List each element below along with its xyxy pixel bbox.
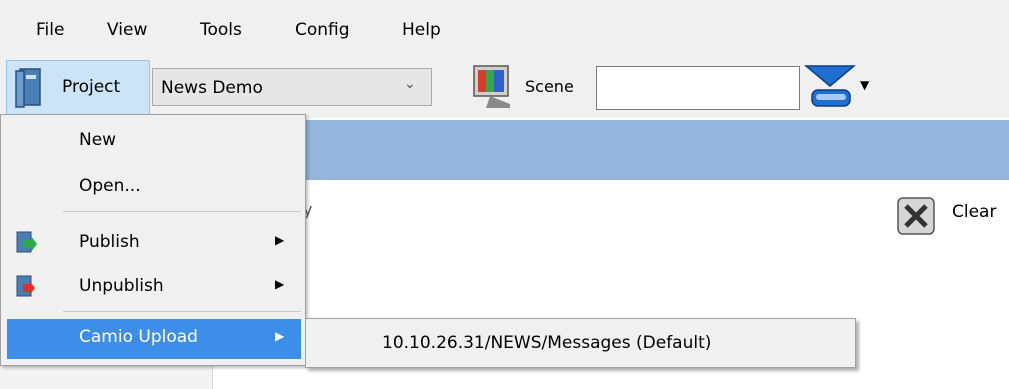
menu-separator (63, 211, 301, 212)
clear-icon[interactable] (896, 196, 940, 238)
menu-view[interactable]: View (107, 20, 147, 40)
project-menu: New Open... Publish ▶ Unpublish ▶ Camio … (0, 114, 306, 366)
menu-item-open[interactable]: Open... (1, 167, 305, 205)
hourglass-icon[interactable] (804, 62, 856, 110)
menu-config[interactable]: Config (295, 20, 350, 40)
menu-file[interactable]: File (36, 20, 64, 40)
unpublish-icon (16, 275, 35, 297)
publish-icon (16, 231, 37, 253)
menu-item-label: Publish (79, 232, 140, 252)
submenu-arrow-icon: ▶ (275, 329, 285, 343)
submenu-arrow-icon: ▶ (275, 233, 285, 247)
menu-item-label: Unpublish (79, 276, 164, 296)
menu-item-publish[interactable]: Publish ▶ (1, 223, 305, 261)
project-select-value: News Demo (161, 78, 263, 98)
menu-item-unpublish[interactable]: Unpublish ▶ (1, 267, 305, 305)
project-book-icon (15, 68, 41, 108)
menu-item-label: New (79, 130, 117, 150)
project-label: Project (62, 77, 121, 97)
clear-button-label[interactable]: Clear (952, 202, 996, 222)
menu-item-new[interactable]: New (1, 121, 305, 159)
menu-item-label: Camio Upload (79, 327, 198, 347)
menu-tools[interactable]: Tools (200, 20, 242, 40)
menu-item-camio-upload[interactable]: Camio Upload ▶ (7, 319, 301, 359)
menu-item-label: Open... (79, 176, 141, 196)
submenu-arrow-icon: ▶ (275, 277, 285, 291)
dropdown-arrow-icon[interactable]: ▼ (860, 78, 869, 92)
menu-separator (63, 311, 301, 312)
scene-input[interactable] (596, 66, 800, 110)
menubar: File View Tools Config Help (0, 0, 1009, 58)
camio-upload-submenu: 10.10.26.31/NEWS/Messages (Default) (305, 318, 856, 368)
menu-help[interactable]: Help (402, 20, 441, 40)
chevron-down-icon: ⌄ (404, 76, 416, 92)
scene-label: Scene (525, 77, 574, 96)
camio-destination-item[interactable]: 10.10.26.31/NEWS/Messages (Default) (382, 333, 711, 353)
scene-monitor-icon (473, 65, 510, 108)
